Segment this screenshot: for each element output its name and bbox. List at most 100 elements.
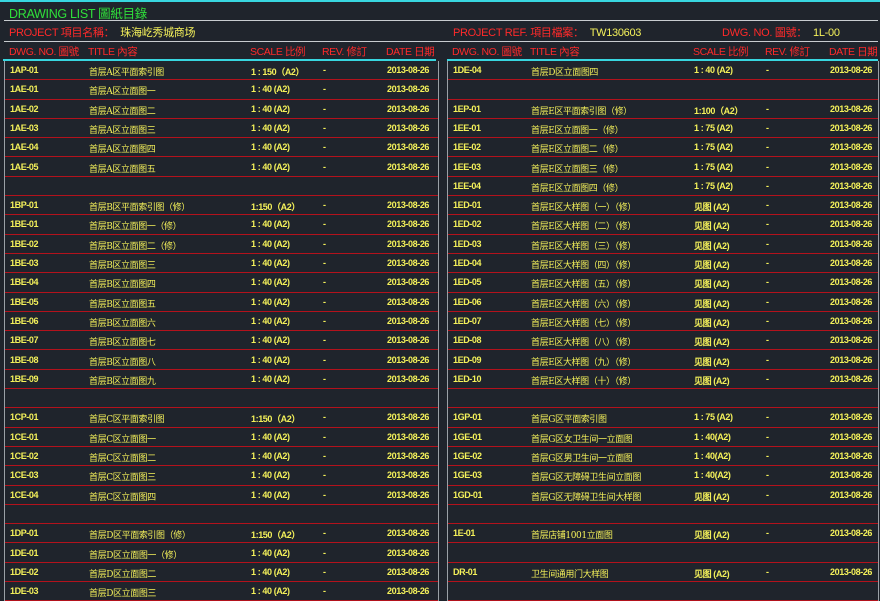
- cell-rev: -: [766, 566, 769, 577]
- cell-dwg-no: DR-01: [453, 566, 478, 577]
- cell-date: 2013-08-26: [387, 412, 430, 423]
- cell-rev: -: [766, 470, 769, 481]
- cell-scale: 1 : 40 (A2): [251, 566, 290, 577]
- table-row: 1GE-03 首层G区无障碍卫生间立面图 1 : 40(A2) - 2013-08-26: [448, 466, 878, 486]
- cell-dwg-no: 1DE-03: [10, 586, 39, 597]
- cell-title: 首层G区无障碍卫生间大样图: [531, 492, 641, 503]
- table-row: 1AE-01 首层A区立面图一 1 : 40 (A2) - 2013-08-26: [5, 80, 438, 100]
- column-header-scale: SCALE 比例: [250, 46, 306, 58]
- cell-scale: 1 : 40 (A2): [251, 547, 290, 558]
- cell-scale: 1 : 150（A2）: [251, 67, 305, 77]
- cell-dwg-no: 1DE-02: [10, 566, 39, 577]
- cell-title: 首层B区平面索引图（修）: [89, 203, 190, 214]
- cell-scale: 1 : 40(A2): [694, 470, 731, 481]
- cell-title: 首层B区立面图一（修）: [89, 222, 182, 233]
- cell-scale: 1:100（A2）: [694, 105, 743, 116]
- cell-date: 2013-08-26: [830, 566, 873, 577]
- cell-rev: -: [766, 65, 769, 75]
- right-drawing-table: 1DE-04 首层D区立面图四 1 : 40 (A2) -2013-08-26 1EP-…: [447, 61, 879, 601]
- cell-title: 首层店铺1001立面图: [531, 531, 613, 542]
- cell-title: 首层E区大样图（十）（修）: [531, 376, 636, 387]
- cell-dwg-no: 1EE-02: [453, 142, 481, 153]
- cell-date: 2013-08-26: [830, 161, 873, 172]
- cell-title: 首层G区无障碍卫生间立面图: [531, 473, 641, 484]
- cell-dwg-no: 1EE-03: [453, 161, 481, 172]
- cell-title: 首层E区大样图（三）（修）: [531, 241, 636, 252]
- cell-rev: -: [323, 431, 326, 442]
- cell-scale: 见图 (A2): [694, 202, 730, 213]
- empty-row: [448, 80, 878, 100]
- cell-title: 首层A区立面图二: [89, 106, 156, 117]
- cell-rev: -: [766, 161, 769, 172]
- table-row: 1ED-08 首层E区大样图（八）（修） 见图 (A2) - 2013-08-26: [448, 331, 878, 351]
- cell-scale: 1 : 40 (A2): [251, 489, 290, 500]
- cell-dwg-no: 1CE-04: [10, 489, 39, 500]
- table-row: 1ED-03 首层E区大样图（三）（修） 见图 (A2) - 2013-08-26: [448, 235, 878, 254]
- cell-rev: -: [323, 586, 326, 597]
- empty-row: [448, 505, 878, 525]
- dwg-no: DWG. NO. 圖號： 1L-00: [722, 24, 840, 40]
- cell-dwg-no: 1GE-03: [453, 470, 482, 481]
- cell-date: 2013-08-26: [830, 103, 873, 114]
- table-row: 1GE-02 首层G区男卫生间一立面图 1 : 40(A2) - 2013-08-26: [448, 447, 878, 467]
- cell-dwg-no: 1ED-02: [453, 219, 482, 230]
- cell-date: 2013-08-26: [387, 431, 430, 442]
- cell-date: 2013-08-26: [387, 103, 430, 114]
- cell-date: 2013-08-26: [830, 528, 873, 539]
- cell-dwg-no: 1BE-06: [10, 315, 39, 326]
- cell-dwg-no: 1EP-01: [453, 103, 481, 114]
- table-row: 1ED-09 首层E区大样图（九）（修） 见图 (A2) - 2013-08-26: [448, 351, 878, 370]
- cell-dwg-no: 1ED-04: [453, 258, 482, 268]
- cell-title: 卫生间通用门大样图: [531, 569, 609, 580]
- cell-title: 首层C区立面图一: [89, 434, 156, 445]
- cell-scale: 1 : 40 (A2): [251, 161, 290, 172]
- cell-title: 首层B区立面图三: [89, 261, 156, 271]
- cell-date: 2013-08-26: [830, 373, 873, 384]
- cell-date: 2013-08-26: [387, 547, 430, 558]
- cell-title: 首层A区立面图五: [89, 164, 156, 175]
- cell-scale: 见图 (A2): [694, 298, 730, 309]
- cell-scale: 见图 (A2): [694, 337, 730, 348]
- table-row: 1BE-08 首层B区立面图八 1 : 40 (A2) - 2013-08-26: [5, 351, 438, 370]
- cell-scale: 1 : 40 (A2): [251, 373, 290, 384]
- cell-scale: 1 : 40 (A2): [251, 335, 290, 346]
- column-header-title: TITLE 內容: [530, 46, 580, 58]
- cell-scale: 见图 (A2): [694, 530, 730, 541]
- cell-title: 首层A区立面图一: [89, 87, 156, 98]
- table-row: 1AE-05 首层A区立面图五 1 : 40 (A2) - 2013-08-26: [5, 158, 438, 177]
- empty-row: [5, 177, 438, 197]
- cell-title: 首层B区立面图九: [89, 376, 156, 387]
- cell-dwg-no: 1CE-02: [10, 451, 39, 461]
- cell-rev: -: [323, 528, 326, 539]
- cell-title: 首层D区立面图一（修）: [89, 550, 182, 561]
- cell-rev: -: [766, 103, 769, 114]
- cell-date: 2013-08-26: [830, 451, 873, 461]
- table-row: 1AE-04 首层A区立面图四 1 : 40 (A2) - 2013-08-26: [5, 138, 438, 158]
- cell-rev: -: [766, 489, 769, 500]
- column-header-date: DATE 日期: [386, 46, 435, 58]
- cell-title: 首层E区立面图二（修）: [531, 145, 624, 156]
- cell-rev: -: [766, 122, 769, 133]
- cell-date: 2013-08-26: [387, 122, 430, 133]
- empty-row: [448, 389, 878, 409]
- cell-rev: -: [766, 431, 769, 442]
- cell-rev: -: [766, 528, 769, 539]
- cell-rev: -: [323, 412, 326, 423]
- cell-title: 首层E区大样图（二）（修）: [531, 222, 636, 233]
- cell-dwg-no: 1BE-04: [10, 277, 39, 288]
- cell-dwg-no: 1BE-07: [10, 335, 39, 346]
- cell-rev: -: [323, 373, 326, 384]
- cell-date: 2013-08-26: [387, 219, 430, 230]
- cell-scale: 1 : 40 (A2): [251, 315, 290, 326]
- cell-dwg-no: 1AE-03: [10, 122, 39, 133]
- cell-rev: -: [766, 200, 769, 211]
- cell-rev: -: [323, 354, 326, 365]
- table-row: 1DE-03 首层D区立面图三 1 : 40 (A2) - 2013-08-26: [5, 582, 438, 601]
- cell-dwg-no: 1BE-05: [10, 296, 39, 307]
- cell-scale: 见图 (A2): [694, 375, 730, 386]
- cell-rev: -: [323, 200, 326, 211]
- cell-title: 首层C区立面图四: [89, 492, 156, 503]
- table-row: 1CE-04 首层C区立面图四 1 : 40 (A2) - 2013-08-26: [5, 486, 438, 505]
- cell-date: 2013-08-26: [387, 354, 430, 365]
- table-row: 1EE-01 首层E区立面图一（修） 1 : 75 (A2) - 2013-08-26: [448, 119, 878, 139]
